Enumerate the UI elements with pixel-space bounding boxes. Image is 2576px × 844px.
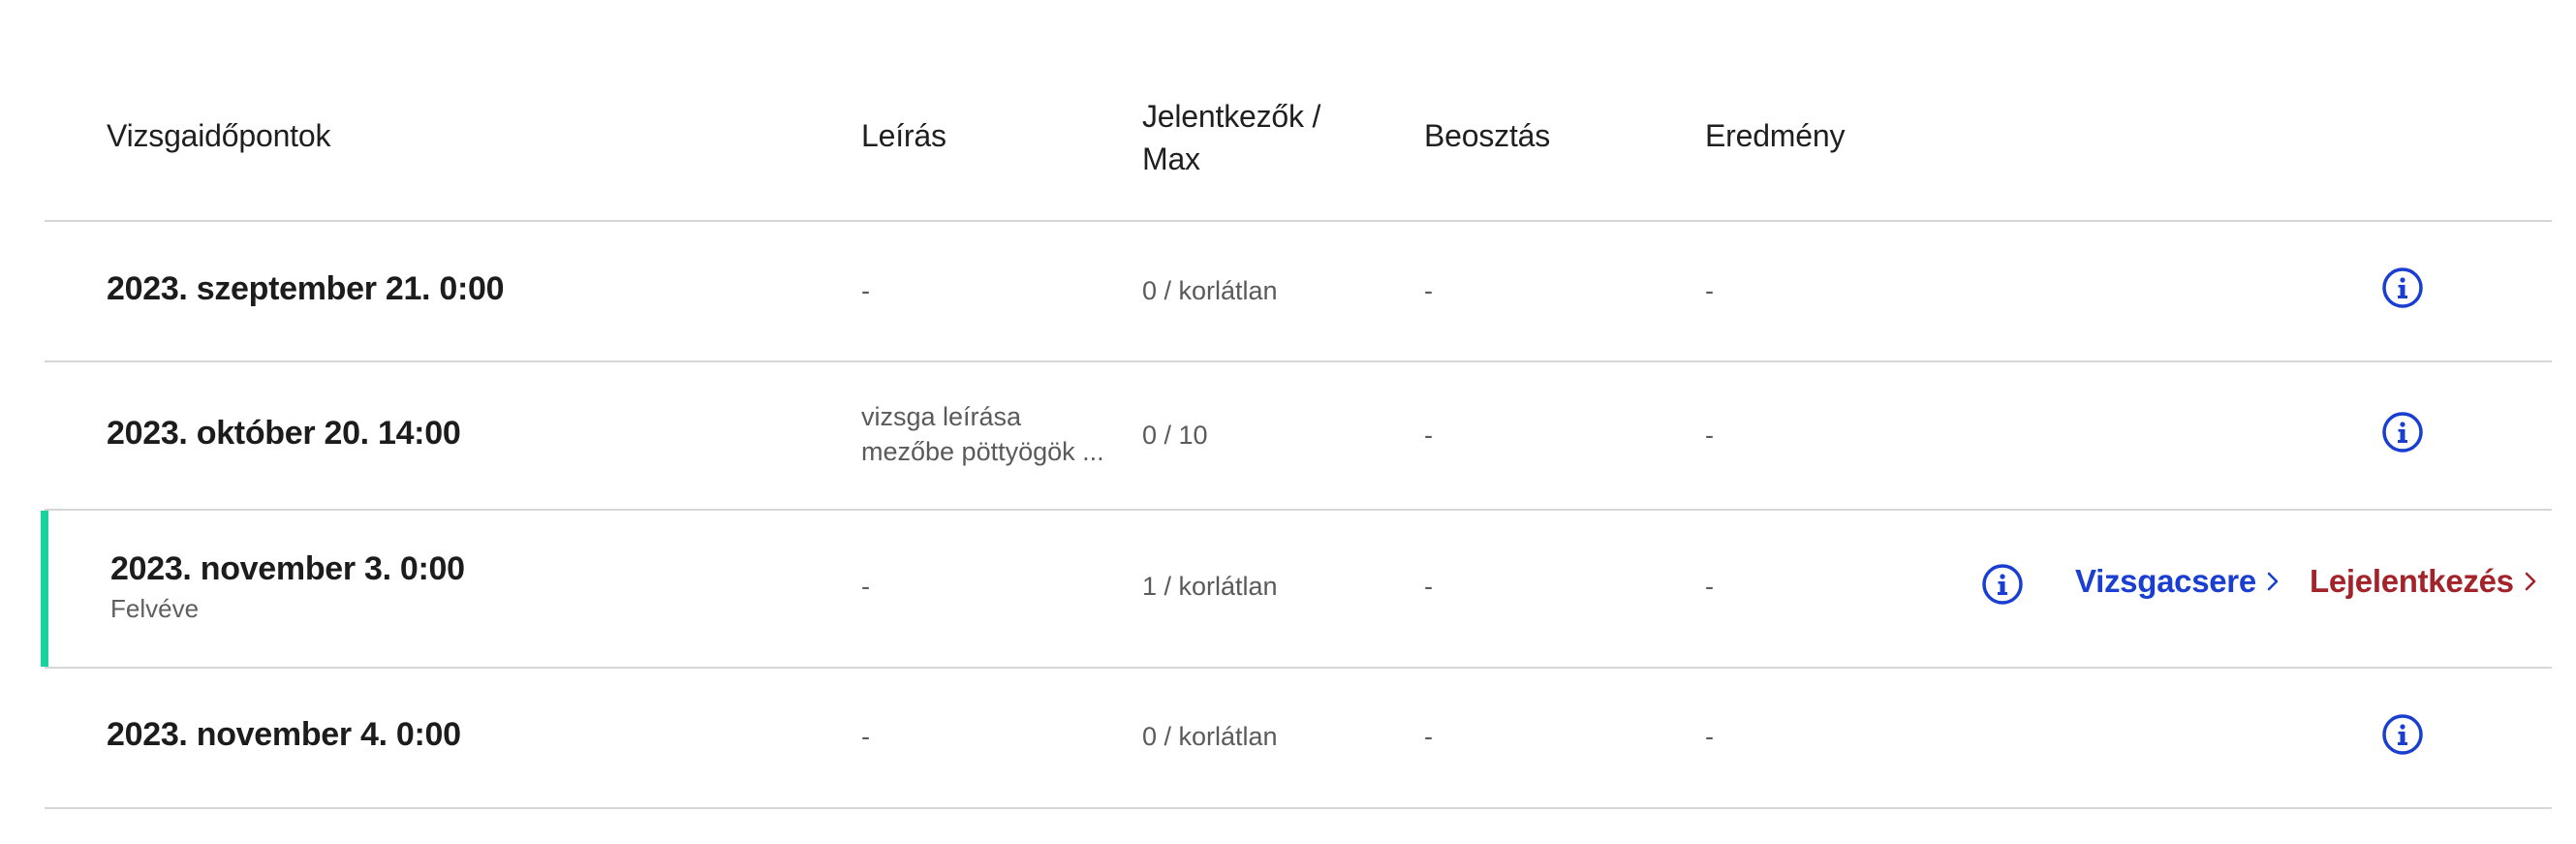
info-icon[interactable] [2381, 411, 2424, 453]
info-icon[interactable] [2381, 266, 2424, 309]
exam-swap-link[interactable]: Vizsgacsere [2075, 563, 2280, 600]
status-label: Felvéve [110, 594, 200, 623]
header-description: Leírás [861, 118, 947, 153]
table-row: 2023. szeptember 21. 0:00 - 0 / korlátla… [45, 222, 2552, 362]
exam-date: 2023. október 20. 14:00 [107, 415, 461, 452]
exam-swap-label: Vizsgacsere [2075, 563, 2256, 599]
result-cell: - [1705, 421, 1714, 450]
schedule-cell: - [1424, 276, 1433, 305]
exam-date: 2023. november 4. 0:00 [107, 716, 461, 753]
description-cell: - [861, 572, 870, 601]
applicants-cell: 0 / korlátlan [1142, 722, 1278, 751]
table-header: Vizsgaidőpontok Leírás Jelentkezők / Max… [45, 0, 2552, 222]
result-cell: - [1705, 722, 1714, 751]
unregister-label: Lejelentkezés [2310, 563, 2514, 599]
result-cell: - [1705, 572, 1714, 601]
applicants-cell: 0 / 10 [1142, 421, 1208, 450]
exam-date: 2023. szeptember 21. 0:00 [107, 270, 505, 307]
applicants-cell: 1 / korlátlan [1142, 572, 1278, 601]
chevron-right-icon [2266, 571, 2280, 592]
table-row: 2023. november 4. 0:00 - 0 / korlátlan -… [45, 669, 2552, 809]
info-icon[interactable] [1981, 563, 2024, 606]
schedule-cell: - [1424, 572, 1433, 601]
header-slots: Vizsgaidőpontok [107, 118, 331, 153]
header-applicants-line1: Jelentkezők / [1142, 99, 1321, 134]
description-cell: vizsga leírása mezőbe pöttyögök ... [861, 402, 1104, 466]
info-icon[interactable] [2381, 713, 2424, 756]
exam-date: 2023. november 3. 0:00 [110, 550, 465, 587]
applicants-cell: 0 / korlátlan [1142, 276, 1278, 305]
header-applicants: Jelentkezők / Max [1142, 95, 1320, 180]
table-row-selected: 2023. november 3. 0:00 Felvéve - 1 / kor… [41, 511, 2552, 669]
header-applicants-line2: Max [1142, 141, 1200, 176]
description-cell: - [861, 276, 870, 305]
header-result: Eredmény [1705, 118, 1846, 153]
schedule-cell: - [1424, 421, 1433, 450]
unregister-link[interactable]: Lejelentkezés [2310, 563, 2537, 600]
chevron-right-icon [2524, 571, 2537, 592]
exam-slots-table: Vizsgaidőpontok Leírás Jelentkezők / Max… [41, 0, 2552, 809]
table-row: 2023. október 20. 14:00 vizsga leírása m… [45, 362, 2552, 511]
description-cell: - [861, 722, 870, 751]
result-cell: - [1705, 276, 1714, 305]
schedule-cell: - [1424, 722, 1433, 751]
header-schedule: Beosztás [1424, 118, 1551, 153]
